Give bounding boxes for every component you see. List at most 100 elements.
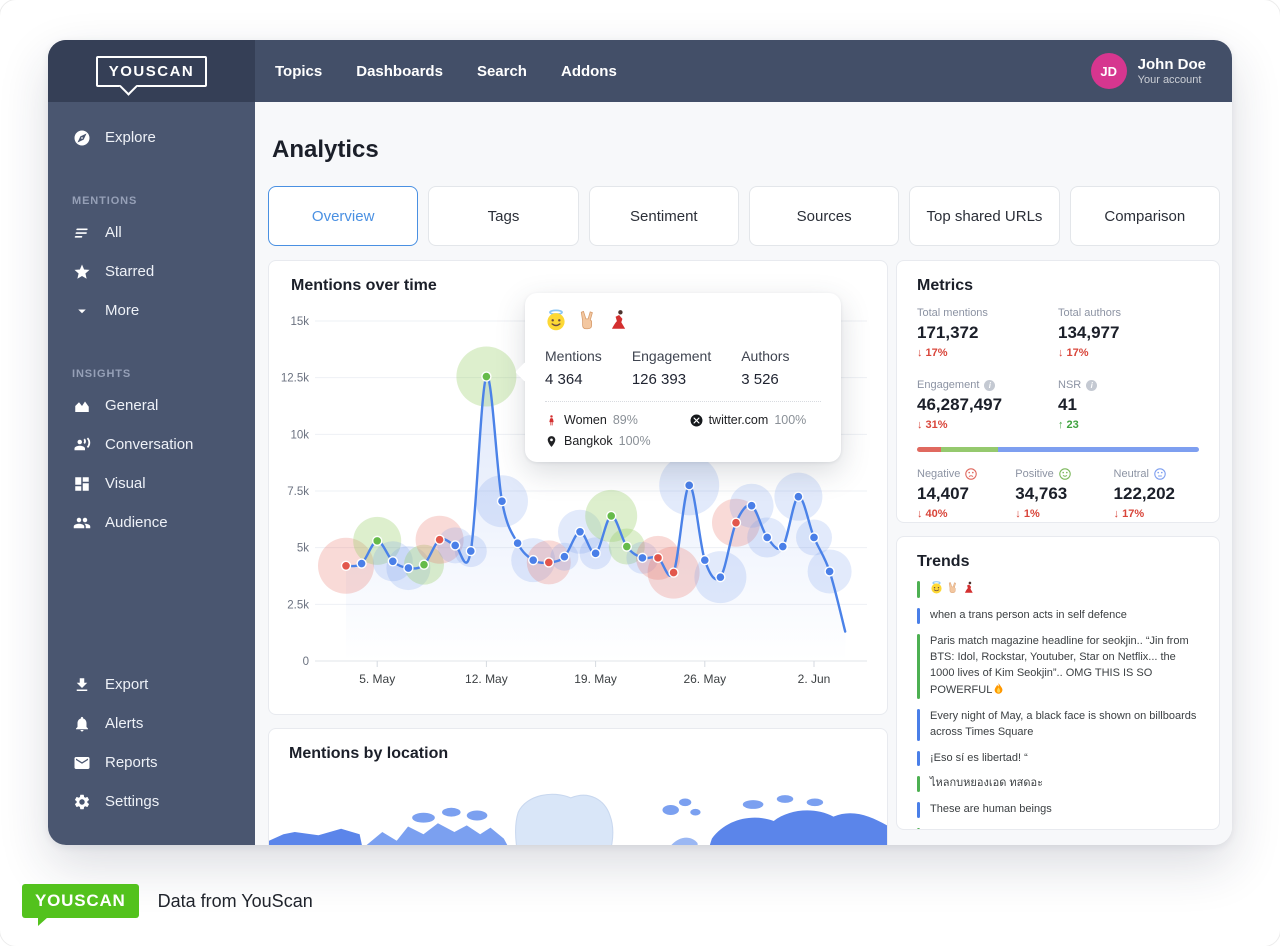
data-point-neutral[interactable] <box>763 533 772 542</box>
map-region-svalbard[interactable] <box>679 798 691 806</box>
data-point-negative[interactable] <box>669 568 678 577</box>
info-icon[interactable]: i <box>1086 380 1097 391</box>
happy-face-icon <box>1059 468 1071 480</box>
map-region-island[interactable] <box>467 811 488 821</box>
metric-negative: Negative14,407↓ 40% <box>917 468 1015 520</box>
data-point-neutral[interactable] <box>685 481 694 490</box>
sidebar-item-settings[interactable]: Settings <box>48 782 255 821</box>
trend-item[interactable]: ไหลกบหยองเอด ทสดอะ <box>917 776 1199 792</box>
nav-item-search[interactable]: Search <box>477 63 527 80</box>
map-region-island[interactable] <box>412 813 435 823</box>
data-point-positive[interactable] <box>373 536 382 545</box>
map-region-island[interactable] <box>442 808 461 817</box>
data-point-neutral[interactable] <box>560 552 569 561</box>
y-tick-label: 2.5k <box>287 599 309 611</box>
trend-color-bar <box>917 751 920 767</box>
trend-text: ไหลกบหยองเอด ทสดอะ <box>930 776 1043 792</box>
tab-comparison[interactable]: Comparison <box>1070 186 1220 246</box>
data-point-negative[interactable] <box>435 535 444 544</box>
tab-top-shared-urls[interactable]: Top shared URLs <box>909 186 1059 246</box>
data-point-neutral[interactable] <box>357 559 366 568</box>
data-point-negative[interactable] <box>732 518 741 527</box>
trend-item[interactable] <box>917 581 1199 598</box>
map-region-svalbard[interactable] <box>690 809 700 816</box>
data-point-neutral[interactable] <box>638 553 647 562</box>
trend-item[interactable]: ¡Eso sí es libertad! “ <box>917 751 1199 767</box>
sidebar-item-reports[interactable]: Reports <box>48 743 255 782</box>
sidebar-item-more[interactable]: More <box>48 291 255 330</box>
sidebar-item-label: Alerts <box>105 715 143 732</box>
map-title: Mentions by location <box>269 745 887 763</box>
data-point-neutral[interactable] <box>404 564 413 573</box>
data-point-neutral[interactable] <box>794 492 803 501</box>
y-tick-label: 12.5k <box>281 373 309 385</box>
location-pin-icon <box>545 435 558 448</box>
data-point-neutral[interactable] <box>451 541 460 550</box>
trend-item[interactable]: These are human beings <box>917 802 1199 818</box>
info-icon[interactable]: i <box>984 380 995 391</box>
data-point-neutral[interactable] <box>466 547 475 556</box>
sidebar-item-starred[interactable]: Starred <box>48 252 255 291</box>
data-point-neutral[interactable] <box>388 557 397 566</box>
data-point-positive[interactable] <box>607 511 616 520</box>
account-menu[interactable]: JD John Doe Your account <box>1091 40 1232 102</box>
data-point-positive[interactable] <box>622 542 631 551</box>
data-point-neutral[interactable] <box>716 573 725 582</box>
tooltip-stat-mentions: Mentions4 364 <box>545 348 602 388</box>
mentions-over-time-card: Mentions over time 02.5k5k7.5k10k12.5k15… <box>268 260 888 715</box>
logo-block[interactable]: YOUSCAN <box>48 40 255 102</box>
map-region-alaska[interactable] <box>269 829 364 845</box>
nav-item-topics[interactable]: Topics <box>275 63 322 80</box>
metric-value: 46,287,497 <box>917 395 1058 415</box>
sidebar-item-all[interactable]: All <box>48 213 255 252</box>
tab-sources[interactable]: Sources <box>749 186 899 246</box>
tooltip-meta-bangkok: Bangkok100% <box>545 434 690 448</box>
tab-sentiment[interactable]: Sentiment <box>589 186 739 246</box>
data-point-negative[interactable] <box>544 558 553 567</box>
data-point-positive[interactable] <box>482 372 491 381</box>
trend-color-bar <box>917 581 920 598</box>
sidebar-item-alerts[interactable]: Alerts <box>48 704 255 743</box>
map-region-island[interactable] <box>743 800 764 809</box>
page-footer: YOUSCAN Data from YouScan <box>22 884 313 918</box>
data-point-neutral[interactable] <box>778 542 787 551</box>
trend-item[interactable]: يا رب <box>917 828 1199 830</box>
map-region-svalbard[interactable] <box>662 805 678 815</box>
map-region-scandinavia[interactable] <box>661 838 702 845</box>
map-region-greenland[interactable] <box>516 794 613 845</box>
sidebar-item-visual[interactable]: Visual <box>48 464 255 503</box>
map-region-canada[interactable] <box>364 823 512 845</box>
tab-bar: OverviewTagsSentimentSourcesTop shared U… <box>268 186 1220 246</box>
trend-item[interactable]: when a trans person acts in self defence <box>917 608 1199 624</box>
sidebar-item-export[interactable]: Export <box>48 665 255 704</box>
data-point-positive[interactable] <box>420 560 429 569</box>
sidebar-item-general[interactable]: General <box>48 386 255 425</box>
data-point-neutral[interactable] <box>747 501 756 510</box>
trend-item[interactable]: Every night of May, a black face is show… <box>917 709 1199 741</box>
tab-tags[interactable]: Tags <box>428 186 578 246</box>
data-point-neutral[interactable] <box>810 533 819 542</box>
nav-item-addons[interactable]: Addons <box>561 63 617 80</box>
metric-delta: ↓ 31% <box>917 419 1058 431</box>
data-point-negative[interactable] <box>342 561 351 570</box>
trend-item[interactable]: Paris match magazine headline for seokji… <box>917 634 1199 699</box>
sidebar-item-explore[interactable]: Explore <box>48 118 255 157</box>
data-point-neutral[interactable] <box>576 527 585 536</box>
data-point-neutral[interactable] <box>591 549 600 558</box>
data-point-negative[interactable] <box>654 553 663 562</box>
map-region-island[interactable] <box>807 798 823 806</box>
grid-icon <box>72 474 91 493</box>
tab-overview[interactable]: Overview <box>268 186 418 246</box>
map-region-island[interactable] <box>777 795 793 803</box>
nav-item-dashboards[interactable]: Dashboards <box>356 63 443 80</box>
sidebar-item-conversation[interactable]: Conversation <box>48 425 255 464</box>
sidebar-item-audience[interactable]: Audience <box>48 503 255 542</box>
map-region-russia[interactable] <box>707 810 887 845</box>
data-point-neutral[interactable] <box>529 556 538 565</box>
data-point-neutral[interactable] <box>825 567 834 576</box>
world-map[interactable] <box>269 777 887 845</box>
data-point-neutral[interactable] <box>513 539 522 548</box>
trend-color-bar <box>917 709 920 741</box>
data-point-neutral[interactable] <box>700 556 709 565</box>
data-point-neutral[interactable] <box>498 497 507 506</box>
